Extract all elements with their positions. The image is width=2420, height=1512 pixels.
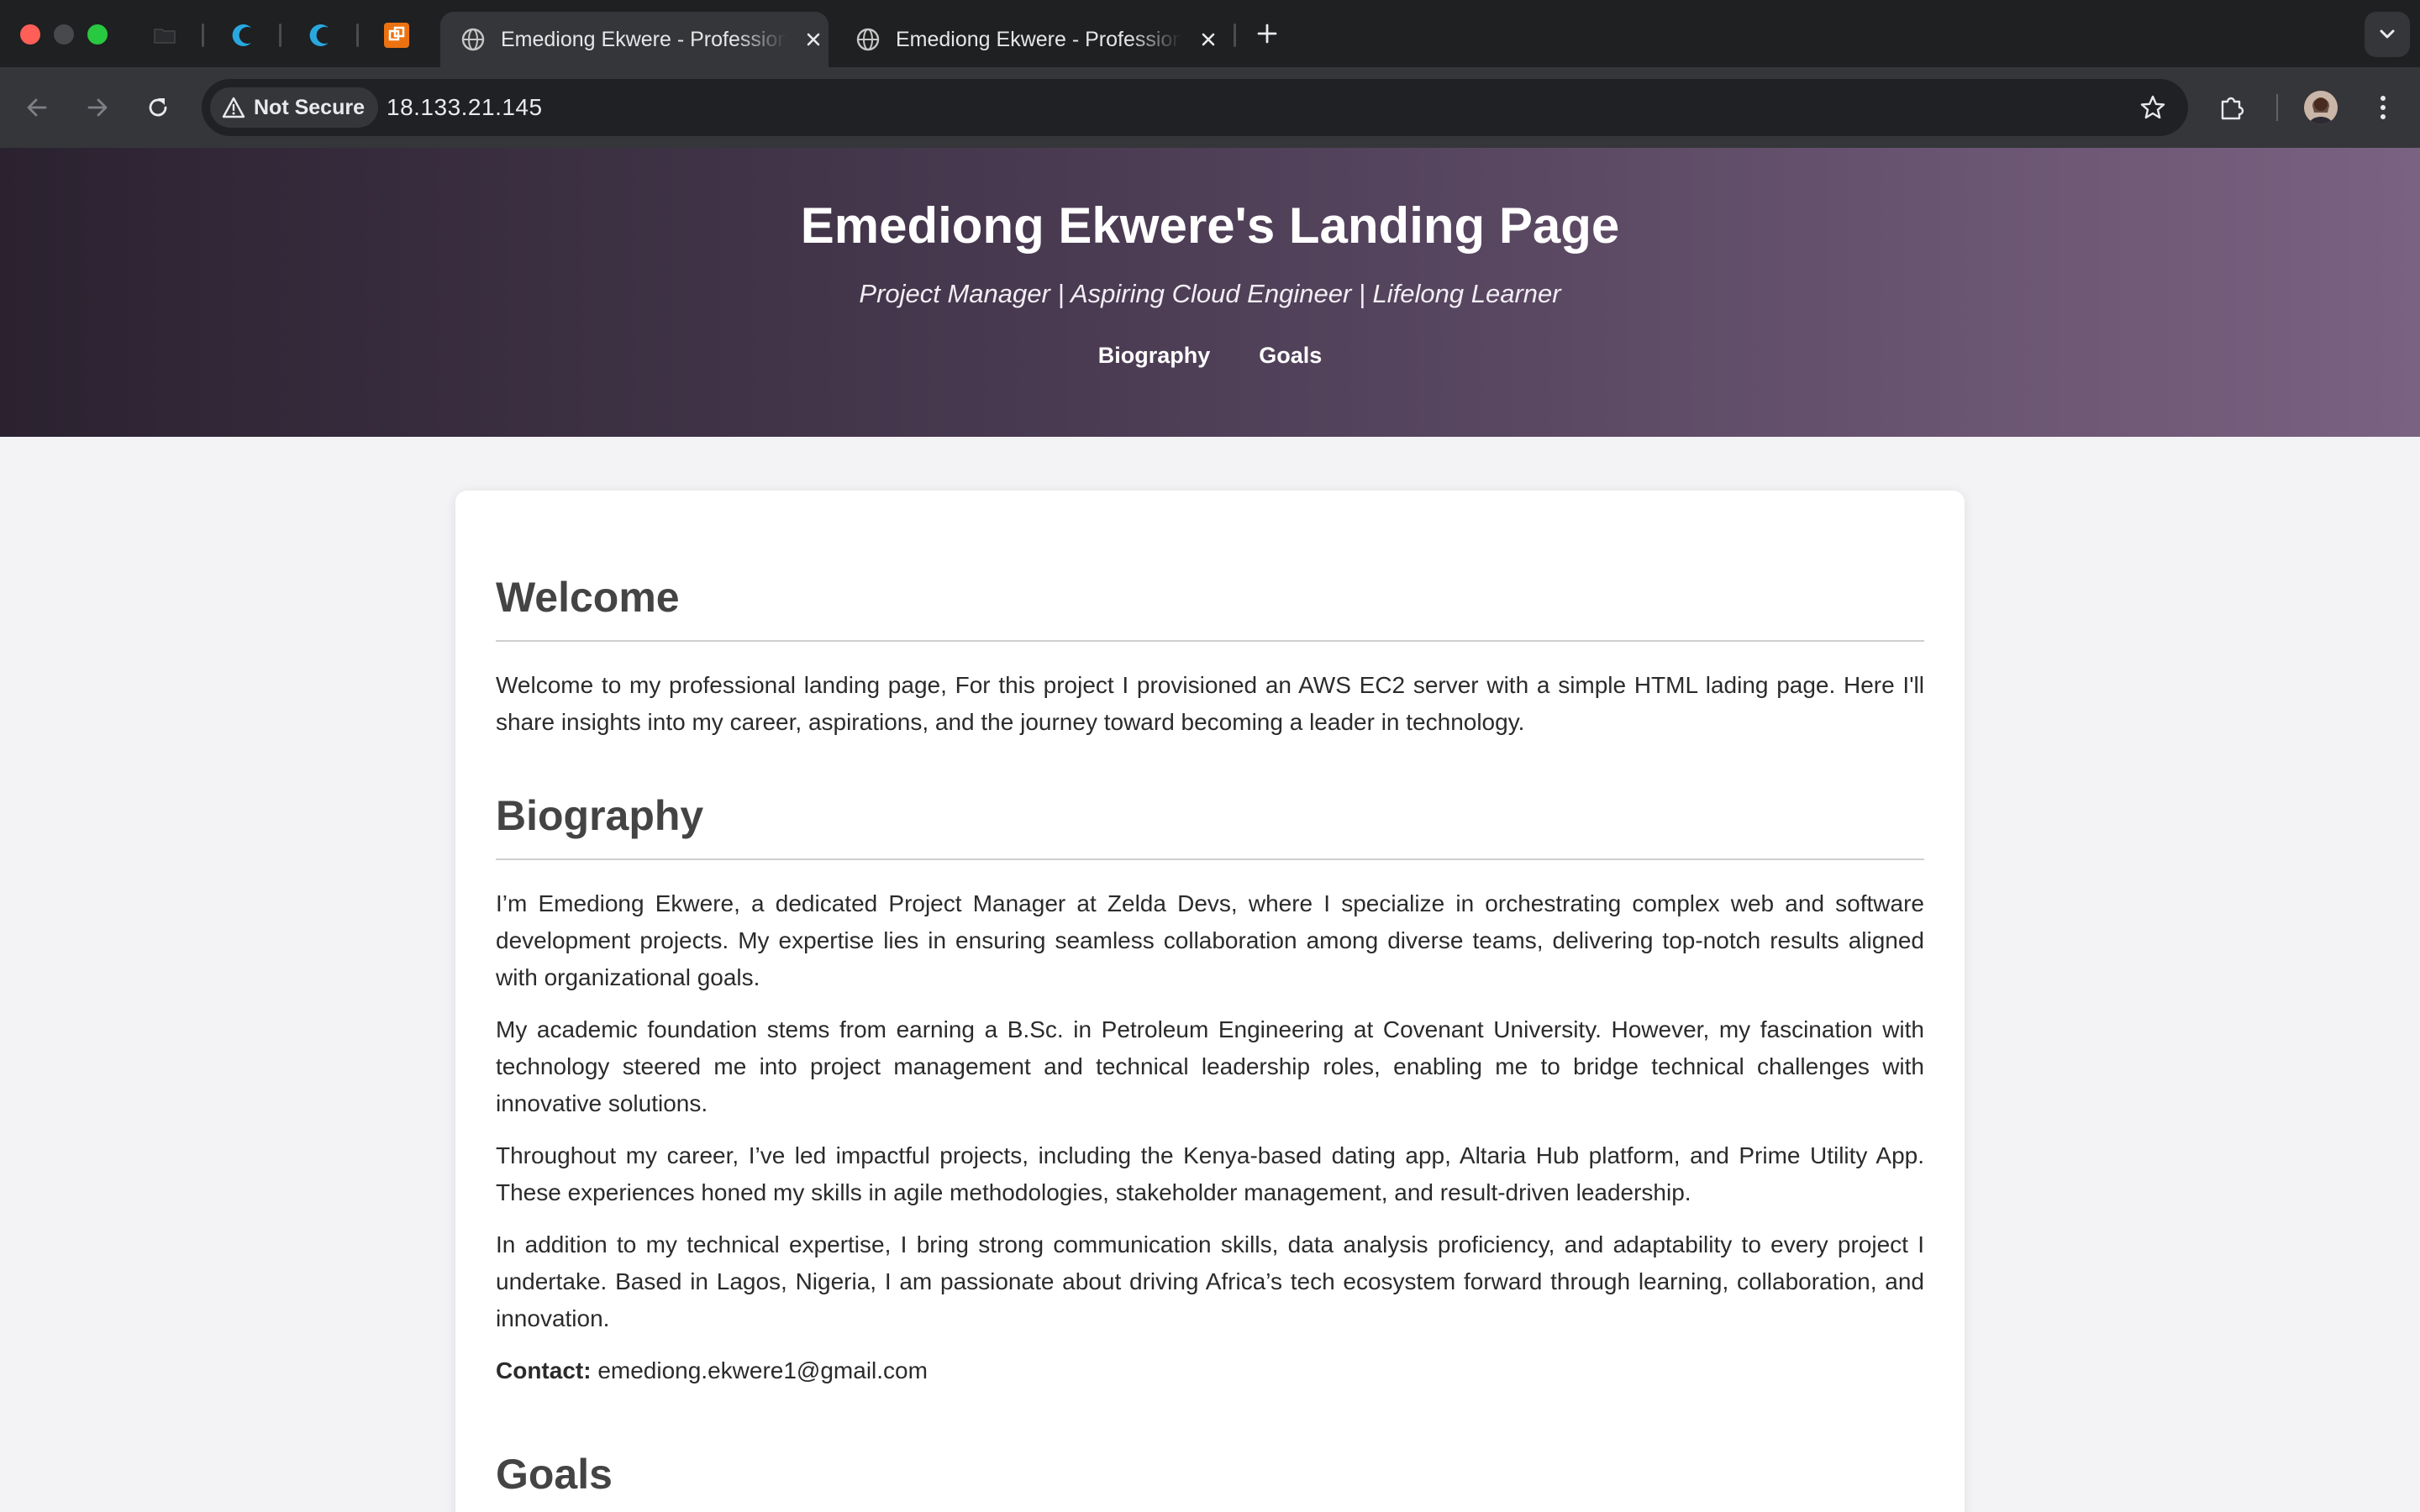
more-vertical-icon xyxy=(2381,96,2386,119)
close-tab-button[interactable] xyxy=(1197,28,1220,51)
biography-heading: Biography xyxy=(496,792,704,839)
biography-paragraph: Throughout my career, I’ve led impactful… xyxy=(496,1142,1924,1205)
arrow-right-icon xyxy=(87,98,108,117)
welcome-text: Welcome to my professional landing page,… xyxy=(496,672,1924,735)
browser-tab-strip: Emediong Ekwere - Professional Landing P… xyxy=(0,0,2420,67)
address-bar[interactable]: Not Secure 18.133.21.145 xyxy=(202,79,2188,136)
content-card: Welcome Welcome to my professional landi… xyxy=(455,491,1965,1512)
security-chip-label: Not Secure xyxy=(254,95,365,119)
close-icon xyxy=(1202,33,1215,46)
browser-toolbar: Not Secure 18.133.21.145 xyxy=(0,67,2420,148)
reload-button[interactable] xyxy=(138,87,178,128)
biography-paragraph: I’m Emediong Ekwere, a dedicated Project… xyxy=(496,890,1924,990)
pinned-tab-app-1[interactable] xyxy=(224,17,260,54)
tab-inactive[interactable]: Emediong Ekwere - Professional Landing P… xyxy=(835,12,1223,67)
goals-heading: Goals xyxy=(496,1451,613,1498)
close-tab-button[interactable] xyxy=(802,28,825,51)
biography-paragraph: My academic foundation stems from earnin… xyxy=(496,1016,1924,1116)
pinned-tab-folder[interactable] xyxy=(146,17,183,54)
bookmark-button[interactable] xyxy=(2136,91,2170,124)
security-chip[interactable]: Not Secure xyxy=(210,87,378,128)
globe-icon xyxy=(856,28,880,51)
star-icon xyxy=(2140,95,2165,119)
page-nav: Biography Goals xyxy=(0,343,2420,369)
globe-icon xyxy=(461,28,485,51)
reload-icon xyxy=(149,98,167,117)
nav-link-goals[interactable]: Goals xyxy=(1259,343,1322,369)
extensions-button[interactable] xyxy=(2210,86,2254,129)
back-button[interactable] xyxy=(17,87,57,128)
profile-button[interactable] xyxy=(2299,86,2343,129)
warning-icon xyxy=(222,97,245,118)
crescent-logo-icon xyxy=(309,24,329,46)
section-divider xyxy=(496,858,1924,860)
pinned-tab-app-3[interactable] xyxy=(378,17,415,54)
welcome-section: Welcome Welcome to my professional landi… xyxy=(496,573,1924,741)
pinned-tab-app-2[interactable] xyxy=(301,17,338,54)
tab-separator xyxy=(279,24,281,47)
toolbar-separator xyxy=(2276,94,2278,121)
page-title: Emediong Ekwere's Landing Page xyxy=(800,197,1620,254)
tab-separator xyxy=(1234,24,1236,47)
tab-search-button[interactable] xyxy=(2365,12,2410,57)
contact-label: Contact: xyxy=(496,1357,592,1383)
puzzle-piece-icon xyxy=(2221,97,2244,120)
contact-line: Contact: emediong.ekwere1@gmail.com xyxy=(496,1352,1924,1389)
folder-icon xyxy=(154,29,176,44)
crescent-logo-icon xyxy=(232,24,251,46)
orange-app-icon xyxy=(384,23,409,48)
profile-photo-icon xyxy=(2304,91,2338,124)
tab-title: Emediong Ekwere - Professional Landing P… xyxy=(896,27,1181,51)
biography-paragraph: In addition to my technical expertise, I… xyxy=(496,1231,1924,1331)
page-tagline: Project Manager | Aspiring Cloud Enginee… xyxy=(859,279,1561,308)
section-divider xyxy=(496,640,1924,642)
biography-section: Biography I’m Emediong Ekwere, a dedicat… xyxy=(496,791,1924,1389)
new-tab-button[interactable] xyxy=(1250,17,1284,50)
avatar xyxy=(2304,91,2338,124)
maximize-window-button[interactable] xyxy=(87,24,108,45)
chevron-down-icon xyxy=(2380,29,2395,39)
contact-email: emediong.ekwere1@gmail.com xyxy=(597,1357,928,1383)
nav-link-biography[interactable]: Biography xyxy=(1098,343,1211,369)
tab-separator xyxy=(202,24,204,47)
tab-active[interactable]: Emediong Ekwere - Professional Landing P… xyxy=(440,12,829,67)
page-header: Emediong Ekwere's Landing Page Project M… xyxy=(0,148,2420,437)
welcome-heading: Welcome xyxy=(496,574,680,621)
plus-icon xyxy=(1257,24,1277,44)
tab-separator xyxy=(356,24,359,47)
goals-section: Goals xyxy=(496,1450,1924,1499)
arrow-left-icon xyxy=(27,98,47,117)
minimize-window-button[interactable] xyxy=(54,24,74,45)
tab-title: Emediong Ekwere - Professional Landing P… xyxy=(501,27,786,51)
close-icon xyxy=(807,33,820,46)
close-window-button[interactable] xyxy=(20,24,40,45)
forward-button[interactable] xyxy=(77,87,118,128)
url-text[interactable]: 18.133.21.145 xyxy=(387,79,543,136)
browser-menu-button[interactable] xyxy=(2361,86,2405,129)
